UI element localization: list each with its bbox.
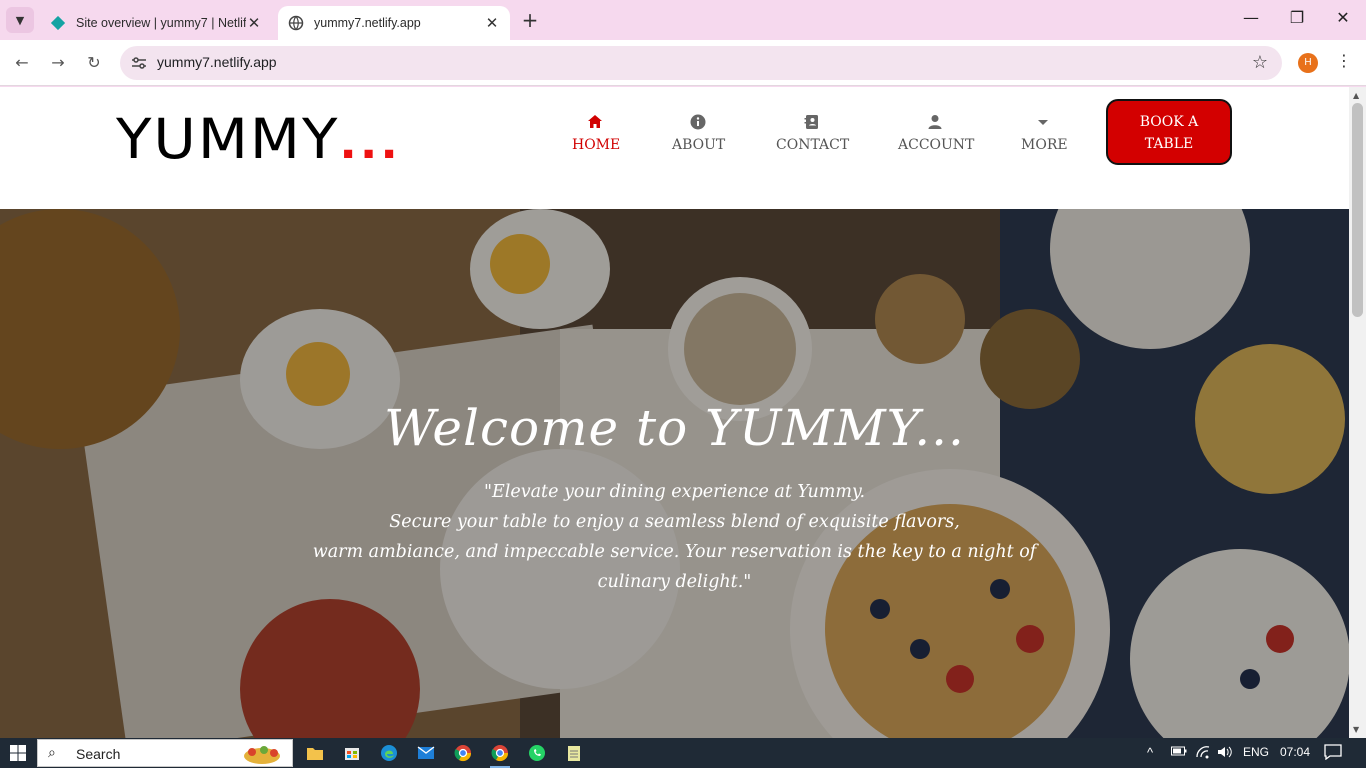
browser-tab-bar: ▼ Site overview | yummy7 | Netlify ✕ yum… [0, 0, 1366, 40]
input-language[interactable]: ENG [1243, 745, 1269, 759]
address-bar[interactable]: yummy7.netlify.app ☆ [120, 46, 1282, 80]
hero-line: culinary delight." [597, 572, 752, 592]
clock-time[interactable]: 07:04 [1280, 745, 1310, 759]
info-icon [672, 113, 724, 135]
browser-menu-icon[interactable]: ⋮ [1336, 51, 1352, 75]
tab-close-icon[interactable]: ✕ [246, 14, 262, 32]
mail-icon[interactable] [414, 741, 438, 765]
globe-icon [288, 15, 304, 31]
new-tab-plus-icon[interactable]: + [518, 9, 542, 33]
nav-about[interactable]: ABOUT [672, 113, 726, 153]
nav-label: ACCOUNT [898, 137, 975, 153]
caret-down-icon [1021, 113, 1065, 135]
site-header: YUMMY... HOME ABOUT CONTACT ACCOUNT MORE… [0, 87, 1349, 209]
netlify-diamond-icon [50, 15, 66, 31]
site-logo[interactable]: YUMMY... [116, 107, 401, 172]
window-close-icon[interactable]: ✕ [1323, 8, 1363, 32]
notepad-icon[interactable] [562, 741, 586, 765]
hero-dark-overlay [0, 209, 1349, 738]
hero-section: Welcome to YUMMY... "Elevate your dining… [0, 209, 1349, 738]
scroll-up-arrow-icon[interactable]: ▲ [1353, 91, 1359, 100]
book-button-line1: BOOK A [1139, 114, 1199, 130]
tray-chevron-up-icon[interactable]: ^ [1147, 745, 1153, 760]
search-highlight-food-icon [244, 746, 280, 764]
nav-label: HOME [572, 137, 621, 153]
hero-line: warm ambiance, and impeccable service. Y… [312, 542, 1037, 562]
tab-title: yummy7.netlify.app [314, 16, 421, 30]
restore-icon[interactable]: ❐ [1277, 8, 1317, 32]
windows-start-icon[interactable] [10, 745, 26, 761]
volume-icon[interactable] [1217, 745, 1233, 762]
hero-description: "Elevate your dining experience at Yummy… [0, 477, 1349, 597]
wifi-icon[interactable] [1195, 745, 1211, 762]
hero-line: Secure your table to enjoy a seamless bl… [389, 512, 960, 532]
nav-account[interactable]: ACCOUNT [898, 113, 975, 153]
scroll-thumb[interactable] [1352, 103, 1363, 317]
contact-book-icon [776, 113, 848, 135]
chrome-icon[interactable] [451, 741, 475, 765]
edge-browser-icon[interactable] [377, 741, 401, 765]
forward-arrow-icon[interactable]: → [45, 50, 71, 76]
hero-title: Welcome to YUMMY... [384, 399, 965, 457]
home-icon [572, 113, 618, 135]
logo-dots: ... [339, 117, 401, 169]
nav-contact[interactable]: CONTACT [776, 113, 850, 153]
url-text[interactable]: yummy7.netlify.app [157, 54, 277, 70]
minimize-icon[interactable]: — [1231, 8, 1271, 32]
web-page: YUMMY... HOME ABOUT CONTACT ACCOUNT MORE… [0, 87, 1349, 738]
back-arrow-icon[interactable]: ← [9, 50, 35, 76]
logo-text: YUMMY [116, 106, 340, 172]
search-label: Search [76, 746, 121, 762]
search-icon: ⌕ [48, 745, 56, 761]
browser-toolbar: ← → ↻ yummy7.netlify.app ☆ [0, 40, 1366, 86]
file-explorer-icon[interactable] [303, 741, 327, 765]
nav-label: MORE [1021, 137, 1068, 153]
site-settings-icon[interactable] [130, 54, 148, 72]
tab-close-icon[interactable]: ✕ [484, 14, 500, 32]
notifications-icon[interactable] [1324, 744, 1342, 763]
tab-search-chevron-icon[interactable]: ▼ [6, 7, 34, 33]
bookmark-star-icon[interactable]: ☆ [1252, 52, 1268, 73]
battery-icon[interactable] [1171, 745, 1187, 760]
tab-yummy[interactable]: yummy7.netlify.app ✕ [278, 6, 510, 40]
nav-home[interactable]: HOME [572, 113, 621, 153]
tab-site-overview[interactable]: Site overview | yummy7 | Netlify ✕ [40, 6, 272, 40]
book-button-line2: TABLE [1144, 136, 1194, 152]
user-icon [898, 113, 972, 135]
page-scrollbar[interactable]: ▲ ▼ [1349, 87, 1366, 738]
nav-label: CONTACT [776, 137, 850, 153]
book-a-table-button[interactable]: BOOK A TABLE [1106, 99, 1232, 165]
scroll-down-arrow-icon[interactable]: ▼ [1353, 725, 1359, 734]
whatsapp-icon[interactable] [525, 741, 549, 765]
nav-label: ABOUT [672, 137, 726, 153]
tab-title: Site overview | yummy7 | Netlify [76, 16, 246, 30]
hero-line: "Elevate your dining experience at Yummy… [483, 482, 866, 502]
nav-more[interactable]: MORE [1021, 113, 1068, 153]
profile-avatar[interactable]: H [1298, 53, 1318, 73]
taskbar-search-box[interactable]: ⌕ Search [37, 739, 293, 767]
microsoft-store-icon[interactable] [340, 741, 364, 765]
chrome-active-icon[interactable] [488, 741, 512, 768]
reload-icon[interactable]: ↻ [81, 50, 107, 76]
windows-taskbar: ⌕ Search ^ ENG 07:04 [0, 738, 1366, 768]
